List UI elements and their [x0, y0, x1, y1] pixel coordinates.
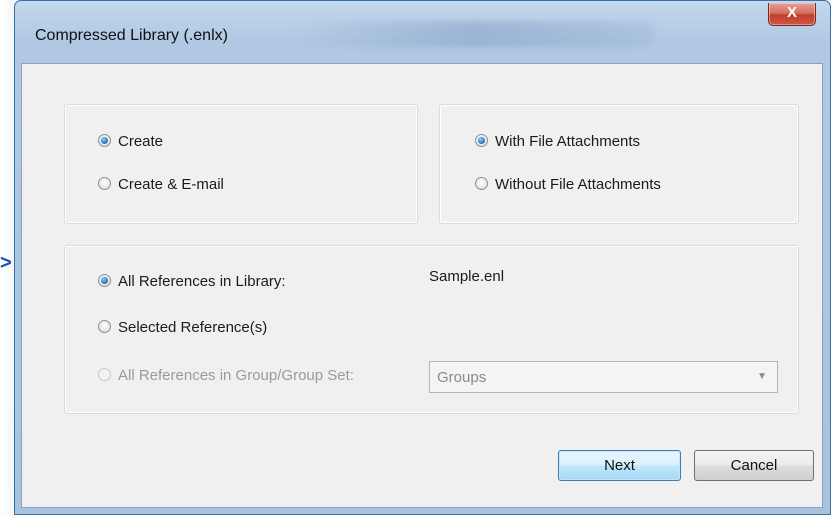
radio-checked-icon: [98, 134, 111, 147]
dialog-window: Compressed Library (.enlx) X Create Crea…: [14, 0, 831, 515]
radio-unchecked-icon: [98, 320, 111, 333]
title-bar: Compressed Library (.enlx) X: [15, 1, 830, 63]
group-dropdown-value: Groups: [437, 369, 487, 386]
group-dropdown[interactable]: Groups ▼: [429, 361, 778, 393]
references-group: All References in Library: Sample.enl Se…: [64, 245, 799, 414]
close-button[interactable]: X: [768, 3, 816, 26]
cancel-button[interactable]: Cancel: [694, 450, 814, 481]
attachment-group: With File Attachments Without File Attac…: [439, 104, 799, 224]
close-icon: X: [786, 4, 797, 21]
title-blur: [295, 21, 655, 47]
radio-checked-icon: [475, 134, 488, 147]
group-references-label: All References in Group/Group Set:: [118, 367, 354, 384]
with-attachments-label: With File Attachments: [495, 133, 641, 150]
selected-references-label: Selected Reference(s): [118, 319, 268, 336]
radio-disabled-icon: [98, 368, 111, 381]
window-title: Compressed Library (.enlx): [35, 27, 228, 44]
radio-unchecked-icon: [475, 177, 488, 190]
create-email-label: Create & E-mail: [118, 176, 224, 193]
action-group: Create Create & E-mail: [64, 104, 418, 224]
arrow-icon: >: [0, 252, 12, 274]
create-label: Create: [118, 133, 164, 150]
library-name: Sample.enl: [429, 268, 505, 285]
without-attachments-label: Without File Attachments: [495, 176, 661, 193]
chevron-down-icon: ▼: [757, 371, 767, 382]
radio-unchecked-icon: [98, 177, 111, 190]
dialog-body: Create Create & E-mail With File Attachm…: [21, 63, 823, 508]
next-button[interactable]: Next: [558, 450, 681, 481]
radio-checked-icon: [98, 274, 111, 287]
all-references-label: All References in Library:: [118, 273, 286, 290]
